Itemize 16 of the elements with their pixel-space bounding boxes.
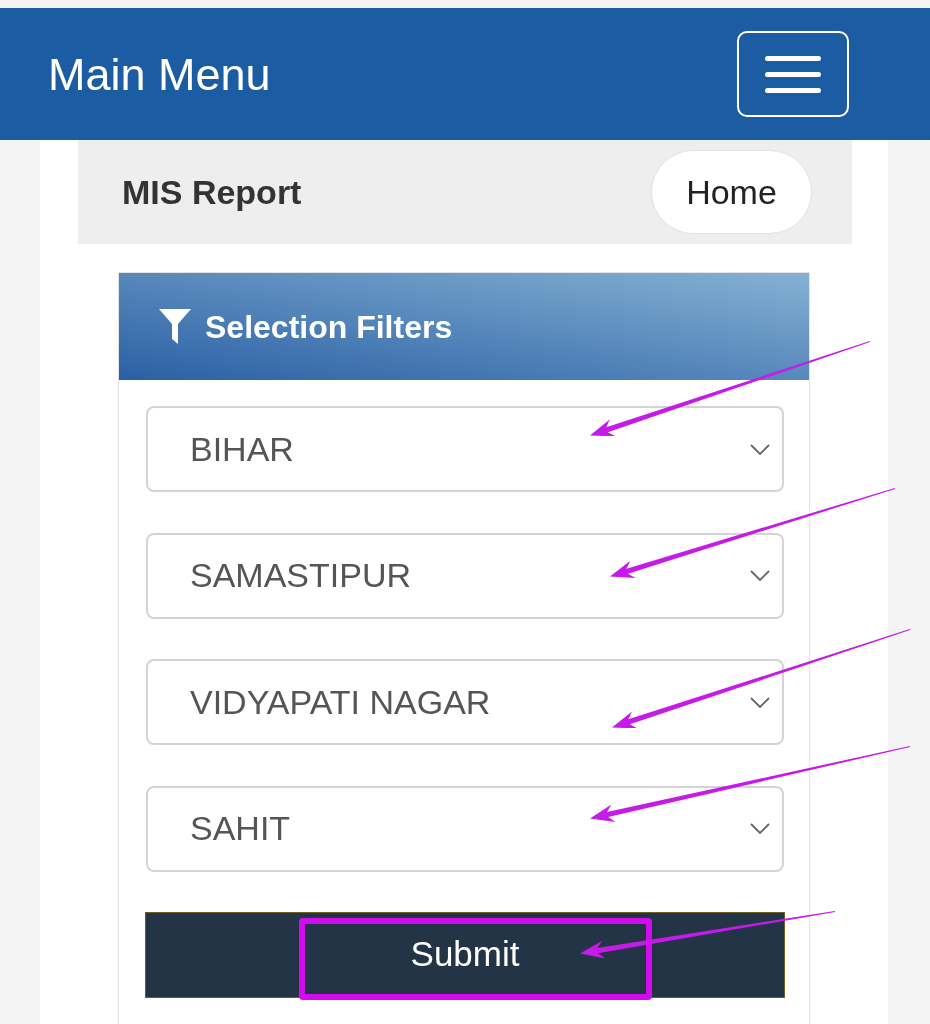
menu-button[interactable] — [737, 31, 849, 117]
chevron-down-icon — [750, 443, 770, 455]
chevron-down-icon — [750, 696, 770, 708]
home-button[interactable]: Home — [651, 150, 812, 234]
chevron-down-icon — [750, 823, 770, 834]
select-dropdown[interactable]: SAMASTIPUR — [146, 532, 784, 619]
chevron-down-icon — [750, 570, 770, 581]
select-dropdown[interactable]: SAHIT — [146, 785, 784, 872]
page-title: Main Menu — [48, 51, 271, 97]
select-dropdown[interactable]: BIHAR — [146, 406, 784, 492]
filter-icon — [159, 309, 191, 344]
submit-button[interactable]: Submit — [145, 911, 785, 998]
card-title: Selection Filters — [205, 307, 453, 347]
select-dropdown[interactable]: VIDYAPATI NAGAR — [146, 659, 784, 745]
menu-icon — [765, 55, 821, 93]
report-title: MIS Report — [122, 171, 302, 213]
